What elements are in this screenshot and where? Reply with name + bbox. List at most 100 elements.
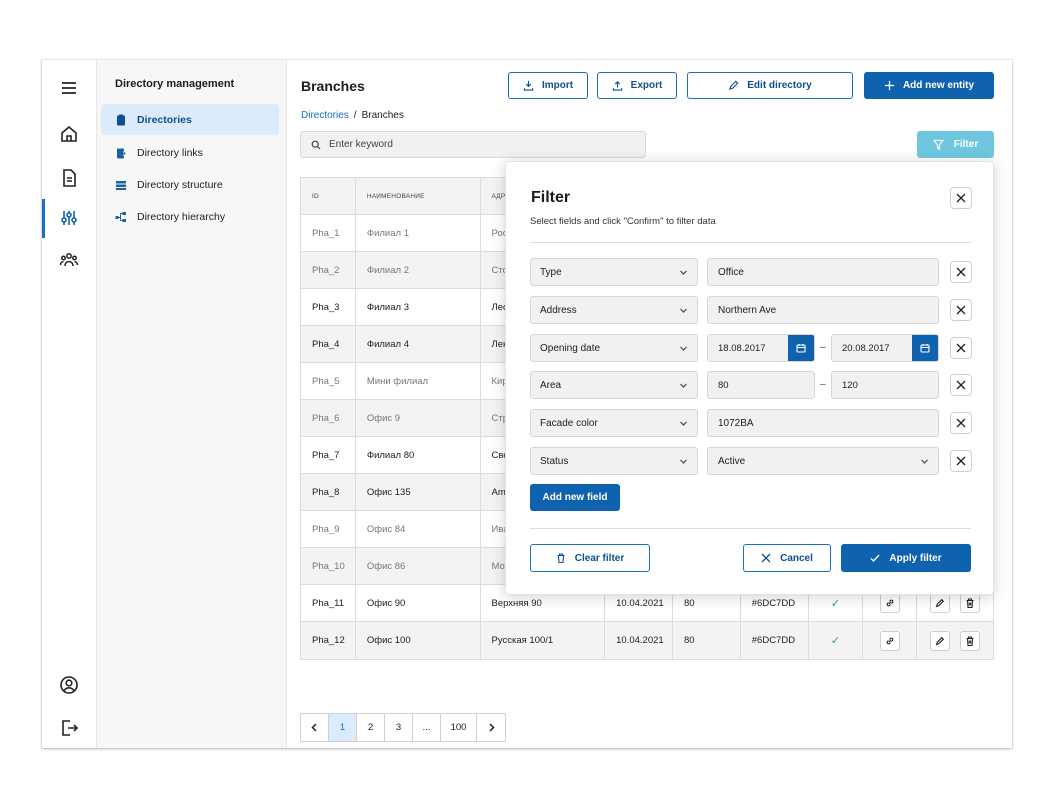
filter-button[interactable]: Filter <box>917 131 994 158</box>
chevron-down-icon <box>921 459 928 464</box>
link-icon <box>885 636 895 646</box>
close-icon <box>956 343 966 353</box>
add-new-entity-button[interactable]: Add new entity <box>864 72 994 99</box>
date-to-field[interactable]: 20.08.2017 <box>831 334 939 362</box>
apply-filter-button[interactable]: Apply filter <box>841 544 971 572</box>
filter-field-select[interactable]: Area <box>530 371 698 399</box>
edit-row-button[interactable] <box>930 630 951 651</box>
document-icon[interactable] <box>54 163 84 193</box>
chevron-right-icon <box>488 723 495 732</box>
cell-name: Офис 86 <box>356 548 481 584</box>
cell-area: 80 <box>673 622 741 659</box>
cell-address: Русская 100/1 <box>481 622 606 659</box>
clear-filter-button[interactable]: Clear filter <box>530 544 650 572</box>
pencil-icon <box>935 636 945 646</box>
sidebar-item-label: Directory structure <box>137 178 223 191</box>
filter-value-input[interactable]: Office <box>707 258 939 286</box>
sidebar: Directory management Directories Directo… <box>97 60 287 748</box>
remove-filter-row-button[interactable] <box>950 337 972 359</box>
hierarchy-icon <box>115 211 127 223</box>
status-select[interactable]: Active <box>707 447 939 475</box>
page-button[interactable]: 1 <box>329 714 357 741</box>
filter-field-label: Opening date <box>540 342 601 354</box>
page-button[interactable]: 100 <box>441 714 477 741</box>
remove-filter-row-button[interactable] <box>950 261 972 283</box>
page-button[interactable]: 2 <box>357 714 385 741</box>
sidebar-item-label: Directory hierarchy <box>137 210 226 223</box>
range-to-field[interactable]: 120 <box>831 371 939 399</box>
close-icon <box>956 267 966 277</box>
sliders-icon[interactable] <box>54 203 84 233</box>
cell-name: Офис 100 <box>356 622 481 659</box>
sidebar-item-directory-structure[interactable]: Directory structure <box>101 169 279 200</box>
remove-filter-row-button[interactable] <box>950 412 972 434</box>
filter-field-select[interactable]: Status <box>530 447 698 475</box>
export-button[interactable]: Export <box>597 72 677 99</box>
calendar-icon[interactable] <box>788 335 814 361</box>
filter-field-select[interactable]: Facade color <box>530 409 698 437</box>
edit-directory-button[interactable]: Edit directory <box>687 72 853 99</box>
cell-id: Pha_2 <box>301 252 356 288</box>
filter-value-input[interactable]: 1072BA <box>707 409 939 437</box>
filter-field-select[interactable]: Address <box>530 296 698 324</box>
filter-row: Address Northern Ave <box>530 296 972 324</box>
filter-row: Opening date 18.08.2017 – 20.08.2017 <box>530 334 972 362</box>
table-row[interactable]: Pha_12 Офис 100 Русская 100/1 10.04.2021 80 #… <box>301 622 993 659</box>
edit-row-button[interactable] <box>930 593 951 613</box>
date-from-field[interactable]: 18.08.2017 <box>707 334 815 362</box>
cancel-button[interactable]: Cancel <box>743 544 831 572</box>
close-icon <box>956 456 966 466</box>
cell-id: Pha_4 <box>301 326 356 362</box>
page-button[interactable]: 3 <box>385 714 413 741</box>
delete-row-button[interactable] <box>960 593 981 613</box>
filter-panel: Filter Select fields and click "Confirm"… <box>505 161 994 595</box>
divider <box>530 242 971 243</box>
filter-field-select[interactable]: Opening date <box>530 334 698 362</box>
prev-page-button[interactable] <box>301 714 329 741</box>
cell-id: Pha_6 <box>301 400 356 436</box>
link-row-button[interactable] <box>879 630 900 651</box>
user-circle-icon[interactable] <box>54 670 84 700</box>
filter-field-select[interactable]: Type <box>530 258 698 286</box>
sidebar-item-directory-links[interactable]: Directory links <box>101 137 279 168</box>
add-new-field-button[interactable]: Add new field <box>530 484 620 511</box>
home-icon[interactable] <box>54 119 84 149</box>
filter-field-label: Facade color <box>540 417 598 429</box>
filter-value: Office <box>718 266 744 278</box>
cell-id: Pha_10 <box>301 548 356 584</box>
app-window: Directory management Directories Directo… <box>42 60 1012 748</box>
column-header-id[interactable]: ID <box>301 178 356 214</box>
import-button[interactable]: Import <box>508 72 588 99</box>
link-icon <box>885 598 895 608</box>
filter-field-label: Area <box>540 379 562 391</box>
column-header-name[interactable]: НАИМЕНОВАНИЕ <box>356 178 481 214</box>
calendar-icon[interactable] <box>912 335 938 361</box>
users-icon[interactable] <box>54 245 84 275</box>
sidebar-item-directories[interactable]: Directories <box>101 104 279 135</box>
filter-value-input[interactable]: Northern Ave <box>707 296 939 324</box>
remove-filter-row-button[interactable] <box>950 374 972 396</box>
close-icon <box>761 553 771 563</box>
logout-icon[interactable] <box>54 713 84 743</box>
remove-filter-row-button[interactable] <box>950 450 972 472</box>
search-input[interactable]: Enter keyword <box>300 131 646 158</box>
breadcrumb-link-directories[interactable]: Directories <box>301 110 349 121</box>
close-icon <box>956 380 966 390</box>
next-page-button[interactable] <box>477 714 505 741</box>
close-filter-button[interactable] <box>950 187 972 209</box>
cell-id: Pha_7 <box>301 437 356 473</box>
filter-field-label: Address <box>540 304 577 316</box>
sidebar-item-directory-hierarchy[interactable]: Directory hierarchy <box>101 201 279 232</box>
check-icon <box>870 554 880 562</box>
cell-name: Офис 84 <box>356 511 481 547</box>
cell-date: 10.04.2021 <box>605 622 673 659</box>
menu-icon[interactable] <box>54 73 84 103</box>
range-to-value: 20.08.2017 <box>842 342 890 354</box>
add-new-entity-label: Add new entity <box>902 80 975 91</box>
link-row-button[interactable] <box>879 593 900 613</box>
cell-id: Pha_5 <box>301 363 356 399</box>
delete-row-button[interactable] <box>960 630 981 651</box>
remove-filter-row-button[interactable] <box>950 299 972 321</box>
range-from-field[interactable]: 80 <box>707 371 815 399</box>
clear-filter-label: Clear filter <box>574 552 625 564</box>
